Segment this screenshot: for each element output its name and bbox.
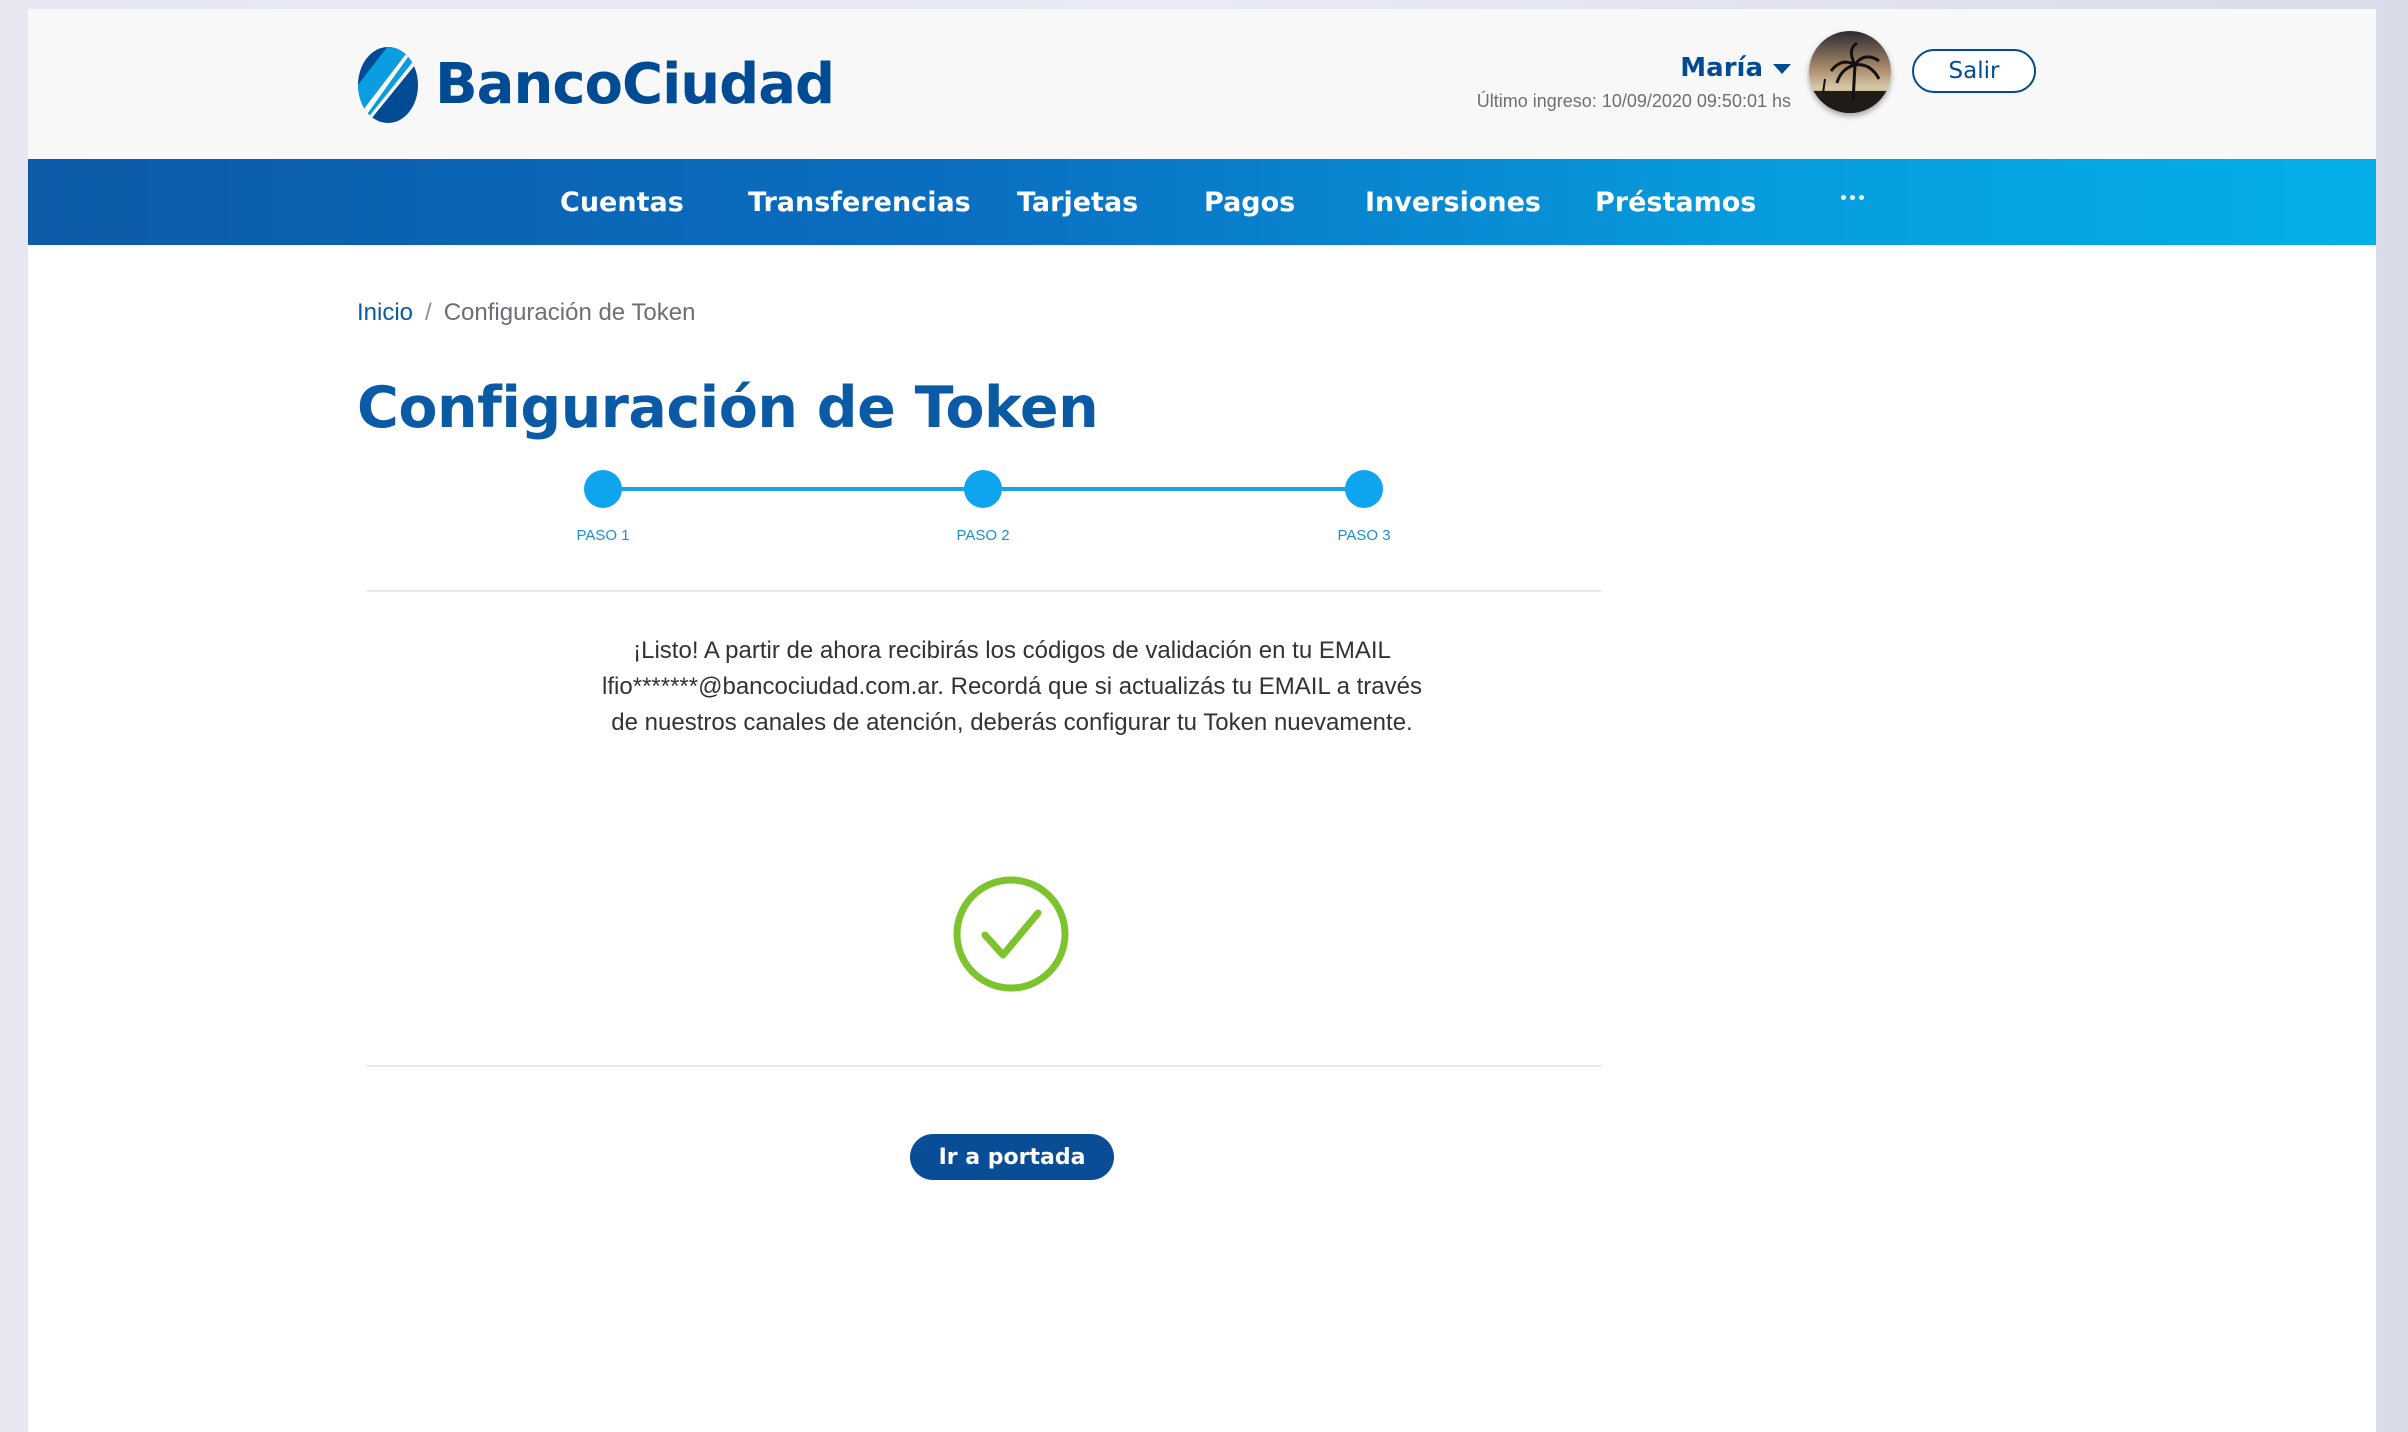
stepper-progress-line	[603, 487, 1375, 491]
nav-item-cuentas[interactable]: Cuentas	[560, 159, 684, 245]
brand-name: BancoCiudad	[435, 52, 835, 117]
avatar[interactable]	[1809, 31, 1891, 113]
page: BancoCiudad María Último ingreso: 10/09/…	[28, 9, 2376, 1432]
divider-bottom	[367, 1065, 1601, 1067]
nav-item-prestamos[interactable]: Préstamos	[1595, 159, 1756, 245]
step-2-label: PASO 2	[956, 527, 1010, 544]
nav-item-tarjetas[interactable]: Tarjetas	[1017, 159, 1138, 245]
user-info: María Último ingreso: 10/09/2020 09:50:0…	[1477, 53, 1791, 112]
avatar-image	[1809, 31, 1891, 113]
step-1-label: PASO 1	[576, 527, 630, 544]
main-nav: Cuentas Transferencias Tarjetas Pagos In…	[28, 159, 2376, 245]
more-horizontal-icon[interactable]	[1841, 195, 1864, 200]
confirmation-message: ¡Listo! A partir de ahora recibirás los …	[602, 637, 1422, 736]
page-title: Configuración de Token	[357, 375, 1099, 441]
top-header: BancoCiudad María Último ingreso: 10/09/…	[28, 9, 2376, 159]
nav-item-pagos[interactable]: Pagos	[1204, 159, 1295, 245]
user-name: María	[1680, 53, 1763, 83]
caret-down-icon	[1773, 64, 1791, 74]
user-menu-toggle[interactable]: María	[1477, 53, 1791, 83]
go-home-button[interactable]: Ir a portada	[910, 1134, 1114, 1180]
check-circle-icon	[953, 876, 1069, 992]
breadcrumb-current: Configuración de Token	[443, 299, 696, 326]
step-3-label: PASO 3	[1337, 527, 1391, 544]
divider-top	[367, 590, 1601, 592]
nav-item-inversiones[interactable]: Inversiones	[1365, 159, 1541, 245]
breadcrumb: Inicio / Configuración de Token	[357, 299, 695, 327]
bank-logo[interactable]: BancoCiudad	[357, 43, 835, 127]
logout-button[interactable]: Salir	[1912, 49, 2036, 93]
step-2-indicator	[964, 470, 1002, 508]
logo-mark-icon	[358, 47, 418, 123]
nav-item-transferencias[interactable]: Transferencias	[748, 159, 971, 245]
breadcrumb-home-link[interactable]: Inicio	[357, 299, 413, 326]
step-1-indicator	[584, 470, 622, 508]
step-3-indicator	[1345, 470, 1383, 508]
last-login-text: Último ingreso: 10/09/2020 09:50:01 hs	[1476, 91, 1791, 111]
breadcrumb-separator: /	[425, 299, 432, 326]
